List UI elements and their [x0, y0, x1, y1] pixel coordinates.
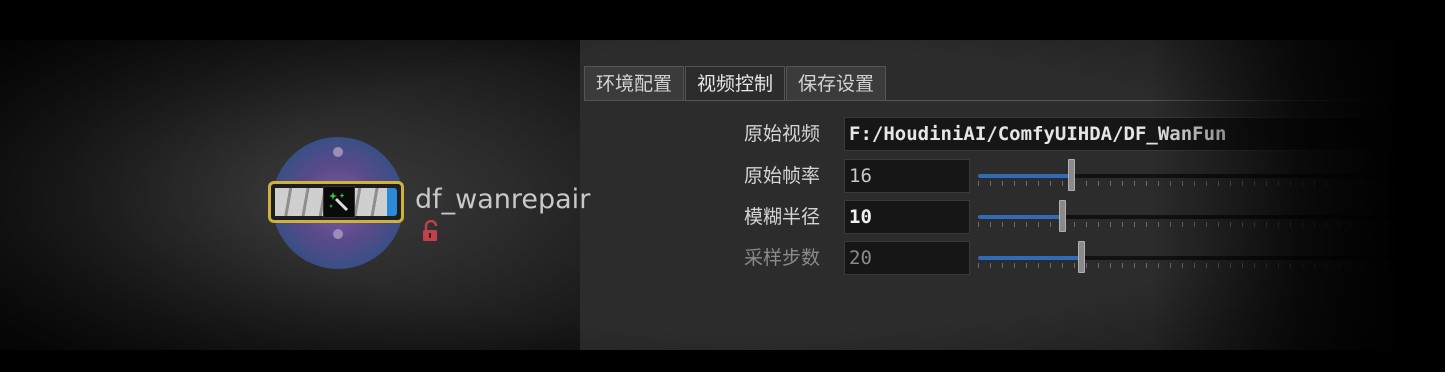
- param-row-blur-radius: 模糊半径 10: [580, 199, 1445, 235]
- node-name-label[interactable]: df_wanrepair: [415, 184, 590, 215]
- tab-save-settings[interactable]: 保存设置: [786, 66, 887, 100]
- source-fps-slider[interactable]: [978, 158, 1445, 194]
- slider-ticks: [978, 263, 1445, 268]
- node-output-connector[interactable]: [333, 229, 343, 239]
- slider-fill: [978, 215, 1062, 219]
- slider-ticks: [978, 181, 1445, 186]
- blur-radius-slider[interactable]: [978, 199, 1445, 235]
- slider-handle[interactable]: [1068, 159, 1075, 191]
- tab-environment-config[interactable]: 环境配置: [584, 66, 685, 100]
- param-row-source-fps: 原始帧率 16: [580, 158, 1445, 194]
- slider-fill: [978, 256, 1081, 260]
- sample-steps-field[interactable]: 20: [844, 241, 970, 275]
- param-label-sample-steps: 采样步数: [743, 247, 820, 269]
- sample-steps-slider[interactable]: [978, 240, 1445, 276]
- param-row-sample-steps: 采样步数 20: [580, 240, 1445, 276]
- slider-handle[interactable]: [1059, 200, 1066, 232]
- node-display-flag[interactable]: [387, 188, 397, 216]
- magic-wand-icon: [323, 186, 355, 218]
- param-row-source-video: 原始视频 F:/HoudiniAI/ComfyUIHDA/DF_WanFun: [580, 116, 1445, 152]
- tab-video-control[interactable]: 视频控制: [685, 66, 786, 100]
- param-label-blur-radius: 模糊半径: [743, 206, 820, 228]
- slider-fill: [978, 174, 1071, 178]
- node-input-connector[interactable]: [333, 147, 343, 157]
- unlock-icon[interactable]: [421, 219, 441, 246]
- param-label-source-fps: 原始帧率: [743, 165, 820, 187]
- screen: df_wanrepair 环境配置 视频控制 保存设置 原始视频 F:/Houd…: [0, 0, 1445, 372]
- blur-radius-field[interactable]: 10: [844, 200, 970, 234]
- node-df-wanrepair[interactable]: [268, 181, 404, 223]
- source-video-path-field[interactable]: F:/HoudiniAI/ComfyUIHDA/DF_WanFun: [844, 117, 1445, 151]
- parameter-tabs: 环境配置 视频控制 保存设置: [584, 66, 887, 100]
- slider-ticks: [978, 222, 1445, 227]
- source-fps-field[interactable]: 16: [844, 159, 970, 193]
- slider-handle[interactable]: [1078, 241, 1085, 273]
- tab-divider: [584, 100, 1445, 101]
- param-label-source-video: 原始视频: [743, 123, 820, 145]
